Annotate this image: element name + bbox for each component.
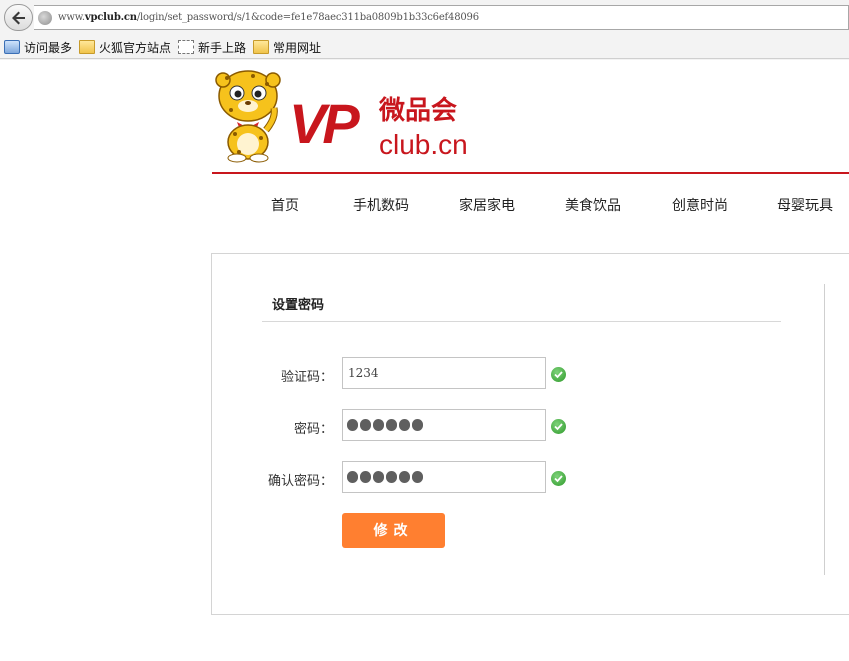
logo-letters: VP [289, 92, 360, 155]
password-label: 密码： [293, 422, 333, 437]
bookmark-getting-started[interactable]: 新手上路 [178, 39, 246, 55]
page-icon [178, 40, 194, 54]
verification-code-input[interactable] [343, 358, 545, 388]
main-menu: 首页 手机数码 家居家电 美食饮品 创意时尚 母婴玩具 [212, 174, 849, 230]
verification-code-label: 验证码： [280, 370, 333, 385]
folder-icon [253, 40, 269, 54]
menu-item-baby-toys[interactable]: 母婴玩具 [777, 195, 833, 215]
folder-icon [79, 40, 95, 54]
menu-item-creative-fashion[interactable]: 创意时尚 [672, 195, 728, 215]
logo-domain: club.cn [379, 129, 468, 160]
back-button[interactable] [4, 4, 33, 31]
verification-code-field[interactable] [342, 357, 546, 389]
navigation-row: www.vpclub.cn/login/set_password/s/1&cod… [0, 0, 849, 35]
confirm-password-dots [347, 471, 423, 483]
arrow-left-icon [12, 11, 25, 25]
password-field[interactable] [342, 409, 546, 441]
title-divider [262, 321, 781, 322]
check-icon [551, 367, 566, 382]
site-logo[interactable]: VP 微品会 club.cn [213, 68, 483, 163]
url-text: www.vpclub.cn/login/set_password/s/1&cod… [58, 12, 479, 23]
check-icon [551, 471, 566, 486]
menu-item-home[interactable]: 首页 [271, 195, 299, 215]
bookmark-most-visited[interactable]: 访问最多 [4, 39, 72, 55]
bookmark-common-sites[interactable]: 常用网址 [253, 39, 321, 55]
search-icon [4, 40, 20, 54]
confirm-password-label: 确认密码： [267, 474, 333, 489]
globe-icon [38, 11, 52, 25]
panel-divider [824, 284, 825, 575]
check-icon [551, 419, 566, 434]
confirm-password-field[interactable] [342, 461, 546, 493]
submit-button[interactable]: 修改 [342, 513, 445, 548]
logo-name: 微品会 [379, 96, 458, 126]
password-dots [347, 419, 423, 431]
menu-item-food-drinks[interactable]: 美食饮品 [565, 195, 621, 215]
bookmark-firefox-site[interactable]: 火狐官方站点 [79, 39, 171, 55]
menu-item-home-appliances[interactable]: 家居家电 [459, 195, 515, 215]
address-bar[interactable]: www.vpclub.cn/login/set_password/s/1&cod… [34, 5, 849, 30]
menu-item-phones-digital[interactable]: 手机数码 [353, 195, 409, 215]
page-title: 设置密码 [272, 298, 325, 313]
bookmarks-bar: 访问最多 火狐官方站点 新手上路 常用网址 [0, 35, 849, 59]
browser-toolbar: www.vpclub.cn/login/set_password/s/1&cod… [0, 0, 849, 60]
